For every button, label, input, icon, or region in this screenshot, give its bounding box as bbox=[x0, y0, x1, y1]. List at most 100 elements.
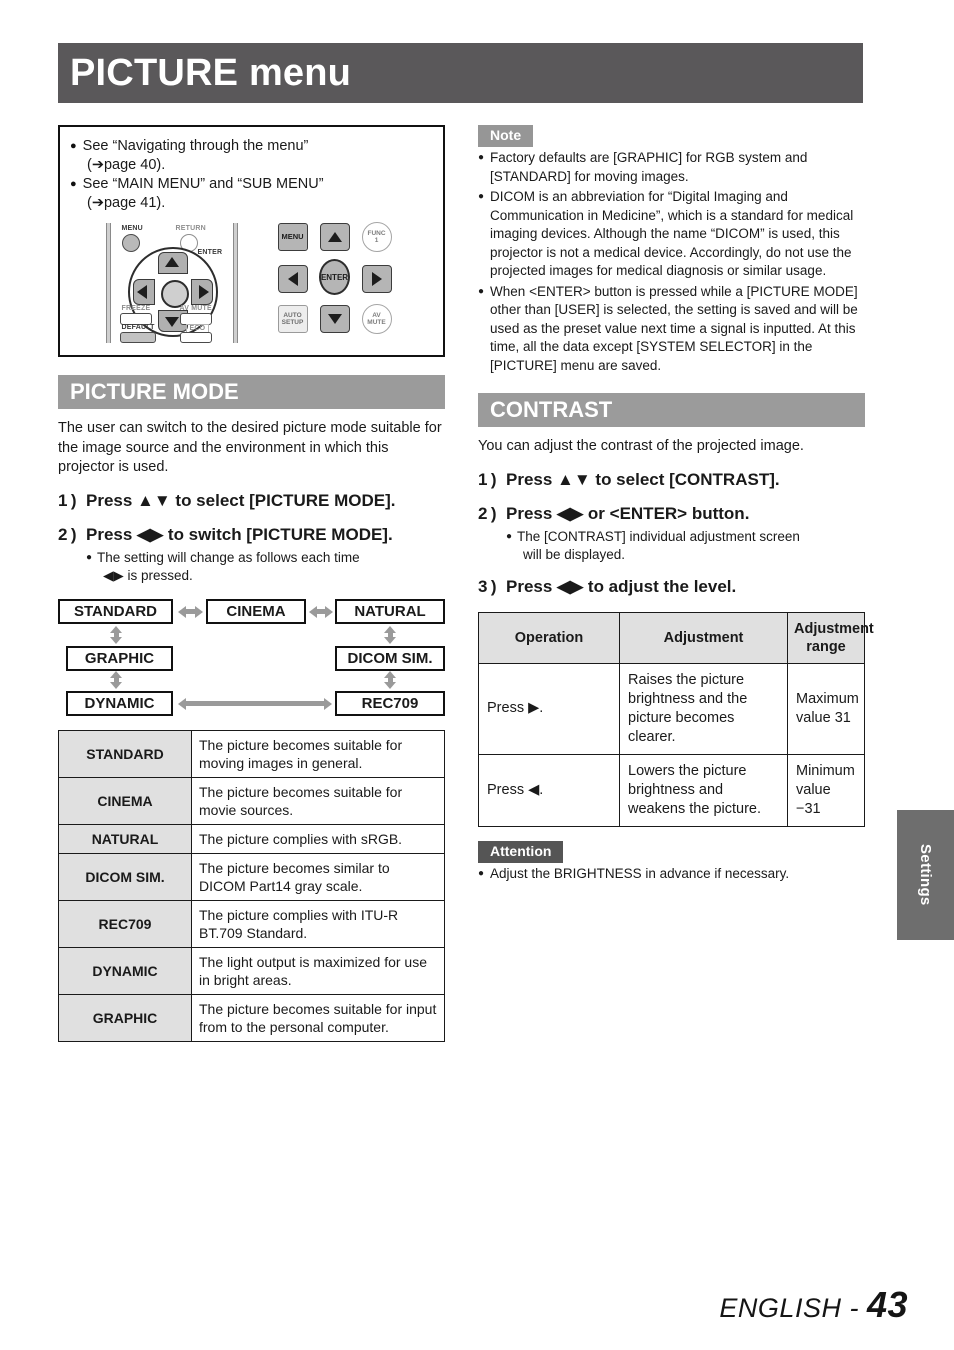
remote-key-cluster: MENU FUNC 1 ENTER AUTO SETUP AV MUTE bbox=[277, 222, 398, 335]
contrast-intro: You can adjust the contrast of the proje… bbox=[478, 438, 804, 455]
step-number: 1 ) bbox=[478, 469, 497, 489]
dpad-right-arrow-icon bbox=[198, 285, 209, 299]
mode-desc: The picture complies with ITU-R BT.709 S… bbox=[191, 899, 445, 948]
table-row: GRAPHIC The picture becomes suitable for… bbox=[58, 993, 445, 1042]
dpad-left-arrow-icon bbox=[136, 285, 147, 299]
attention-item-text: Adjust the BRIGHTNESS in advance if nece… bbox=[490, 865, 790, 881]
col-adjustment-range: Adjustment range bbox=[787, 611, 874, 664]
mode-name: CINEMA bbox=[58, 776, 192, 825]
flow-arrow-dynamic-rec709 bbox=[178, 697, 332, 710]
page-footer: ENGLISH - 43 bbox=[719, 1284, 908, 1326]
contrast-step-2-note-cont: will be displayed. bbox=[523, 546, 626, 562]
remote-autosetup-key-label: AUTO SETUP bbox=[277, 305, 308, 333]
remote-func1-key: FUNC 1 bbox=[361, 222, 392, 252]
col-operation: Operation bbox=[478, 611, 620, 664]
page-title-bar: PICTURE menu bbox=[58, 43, 863, 103]
avmute-label: AV MUTE bbox=[179, 305, 212, 312]
table-row: REC709 The picture complies with ITU-R B… bbox=[58, 899, 445, 948]
attention-items: ● Adjust the BRIGHTNESS in advance if ne… bbox=[478, 865, 865, 884]
panel-edge-left bbox=[105, 223, 111, 343]
note-label: Note bbox=[478, 125, 534, 147]
bullet-icon: ● bbox=[70, 178, 77, 190]
freeze-label: FREEZE bbox=[121, 305, 151, 312]
remote-up-key-icon bbox=[319, 223, 350, 251]
step-number: 2 ) bbox=[58, 524, 77, 544]
dpad-down-arrow-icon bbox=[164, 317, 179, 327]
dpad-enter-icon bbox=[160, 280, 189, 308]
remote-avmute-key: AV MUTE bbox=[361, 304, 392, 334]
note-item: ● DICOM is an abbreviation for “Digital … bbox=[478, 188, 865, 281]
bullet-icon: ● bbox=[478, 191, 485, 202]
side-tab-label: Settings bbox=[917, 844, 934, 906]
table-row: CINEMA The picture becomes suitable for … bbox=[58, 776, 445, 825]
menu-button-icon bbox=[121, 234, 140, 252]
mode-desc: The picture complies with sRGB. bbox=[191, 823, 445, 854]
side-tab-settings: Settings bbox=[897, 810, 954, 940]
flow-box-cinema: CINEMA bbox=[206, 598, 306, 624]
remote-down-key-icon bbox=[319, 305, 350, 333]
remote-left-key bbox=[277, 265, 308, 293]
menu-label: MENU bbox=[121, 225, 143, 232]
contrast-step-2: 2 ) Press ◀▶ or <ENTER> button. bbox=[478, 503, 865, 525]
contrast-table: Operation Adjustment Adjustment range Pr… bbox=[478, 611, 874, 827]
dpad-up-arrow-icon bbox=[164, 257, 179, 267]
step-number: 2 ) bbox=[478, 503, 497, 523]
remote-control-illustration: MENU RETURN ENTER FREEZE AV MUTE DEFAULT… bbox=[70, 222, 433, 347]
step-text: Press ◀▶ or <ENTER> button. bbox=[506, 503, 750, 523]
step-number: 3 ) bbox=[478, 576, 497, 596]
reference-item-ref: (➔page 41). bbox=[87, 195, 166, 211]
step-note-text: The setting will change as follows each … bbox=[97, 549, 360, 565]
picture-mode-table: STANDARD The picture becomes suitable fo… bbox=[58, 729, 445, 1042]
flow-arrow-natural-dicom bbox=[384, 625, 396, 644]
return-label: RETURN bbox=[175, 225, 206, 232]
remote-enter-key-label: ENTER bbox=[318, 259, 351, 295]
manual-page: PICTURE menu ● See “Navigating through t… bbox=[0, 0, 954, 1350]
step-text: Press ▲▼ to select [PICTURE MODE]. bbox=[86, 490, 396, 510]
bullet-icon: ● bbox=[478, 152, 485, 163]
picture-mode-intro: The user can switch to the desired pictu… bbox=[58, 420, 442, 476]
step-text: Press ▲▼ to select [CONTRAST]. bbox=[506, 469, 780, 489]
remote-up-key bbox=[319, 223, 350, 251]
cell-range: Minimum value −31 bbox=[787, 753, 865, 827]
note-items: ● Factory defaults are [GRAPHIC] for RGB… bbox=[478, 149, 865, 375]
footer-page-number: 43 bbox=[866, 1284, 908, 1325]
mode-name: REC709 bbox=[58, 899, 192, 948]
flow-box-graphic: GRAPHIC bbox=[66, 645, 173, 671]
flow-arrow-dicom-rec709 bbox=[384, 670, 396, 689]
step-text: Press ◀▶ to adjust the level. bbox=[506, 576, 737, 596]
flow-box-dynamic: DYNAMIC bbox=[66, 690, 173, 716]
flow-box-standard: STANDARD bbox=[58, 598, 173, 624]
mode-name: DYNAMIC bbox=[58, 946, 192, 995]
reference-box: ● See “Navigating through the menu” (➔pa… bbox=[58, 125, 445, 357]
flow-arrow-standard-cinema bbox=[178, 605, 203, 618]
attention-item: ● Adjust the BRIGHTNESS in advance if ne… bbox=[478, 865, 865, 884]
mode-desc: The picture becomes suitable for movie s… bbox=[191, 776, 445, 825]
cell-range: Maximum value 31 bbox=[787, 662, 865, 755]
note-item: ● Factory defaults are [GRAPHIC] for RGB… bbox=[478, 149, 865, 186]
contrast-step-3: 3 ) Press ◀▶ to adjust the level. bbox=[478, 576, 865, 598]
remote-menu-key-label: MENU bbox=[277, 223, 308, 251]
flow-arrow-cinema-natural bbox=[309, 605, 333, 618]
flow-arrow-standard-graphic bbox=[110, 625, 122, 644]
flow-arrow-graphic-dynamic bbox=[110, 670, 122, 689]
step-text: Press ◀▶ to switch [PICTURE MODE]. bbox=[86, 524, 393, 544]
reference-item: ● See “Navigating through the menu” bbox=[70, 137, 433, 156]
attention-label: Attention bbox=[478, 840, 564, 863]
bullet-icon: ● bbox=[70, 140, 77, 152]
bullet-icon: ● bbox=[506, 530, 513, 542]
note-item-text: DICOM is an abbreviation for “Digital Im… bbox=[490, 189, 854, 278]
right-column: Note ● Factory defaults are [GRAPHIC] fo… bbox=[478, 125, 874, 884]
mode-name: NATURAL bbox=[58, 823, 192, 854]
enter-label: ENTER bbox=[197, 249, 223, 256]
cell-adjustment: Raises the picture brightness and the pi… bbox=[619, 662, 788, 755]
note-block: Note ● Factory defaults are [GRAPHIC] fo… bbox=[478, 125, 865, 375]
cell-operation: Press ▶. bbox=[478, 662, 620, 755]
reference-item-ref: (➔page 40). bbox=[87, 157, 166, 173]
default-label: DEFAULT bbox=[121, 324, 155, 331]
col-adjustment: Adjustment bbox=[619, 611, 788, 664]
remote-down-key bbox=[319, 305, 350, 333]
contrast-step-1: 1 ) Press ▲▼ to select [CONTRAST]. bbox=[478, 469, 865, 491]
remote-func1-key-label: FUNC 1 bbox=[361, 222, 392, 252]
table-header-row: Operation Adjustment Adjustment range bbox=[478, 611, 874, 664]
bullet-icon: ● bbox=[478, 867, 485, 879]
